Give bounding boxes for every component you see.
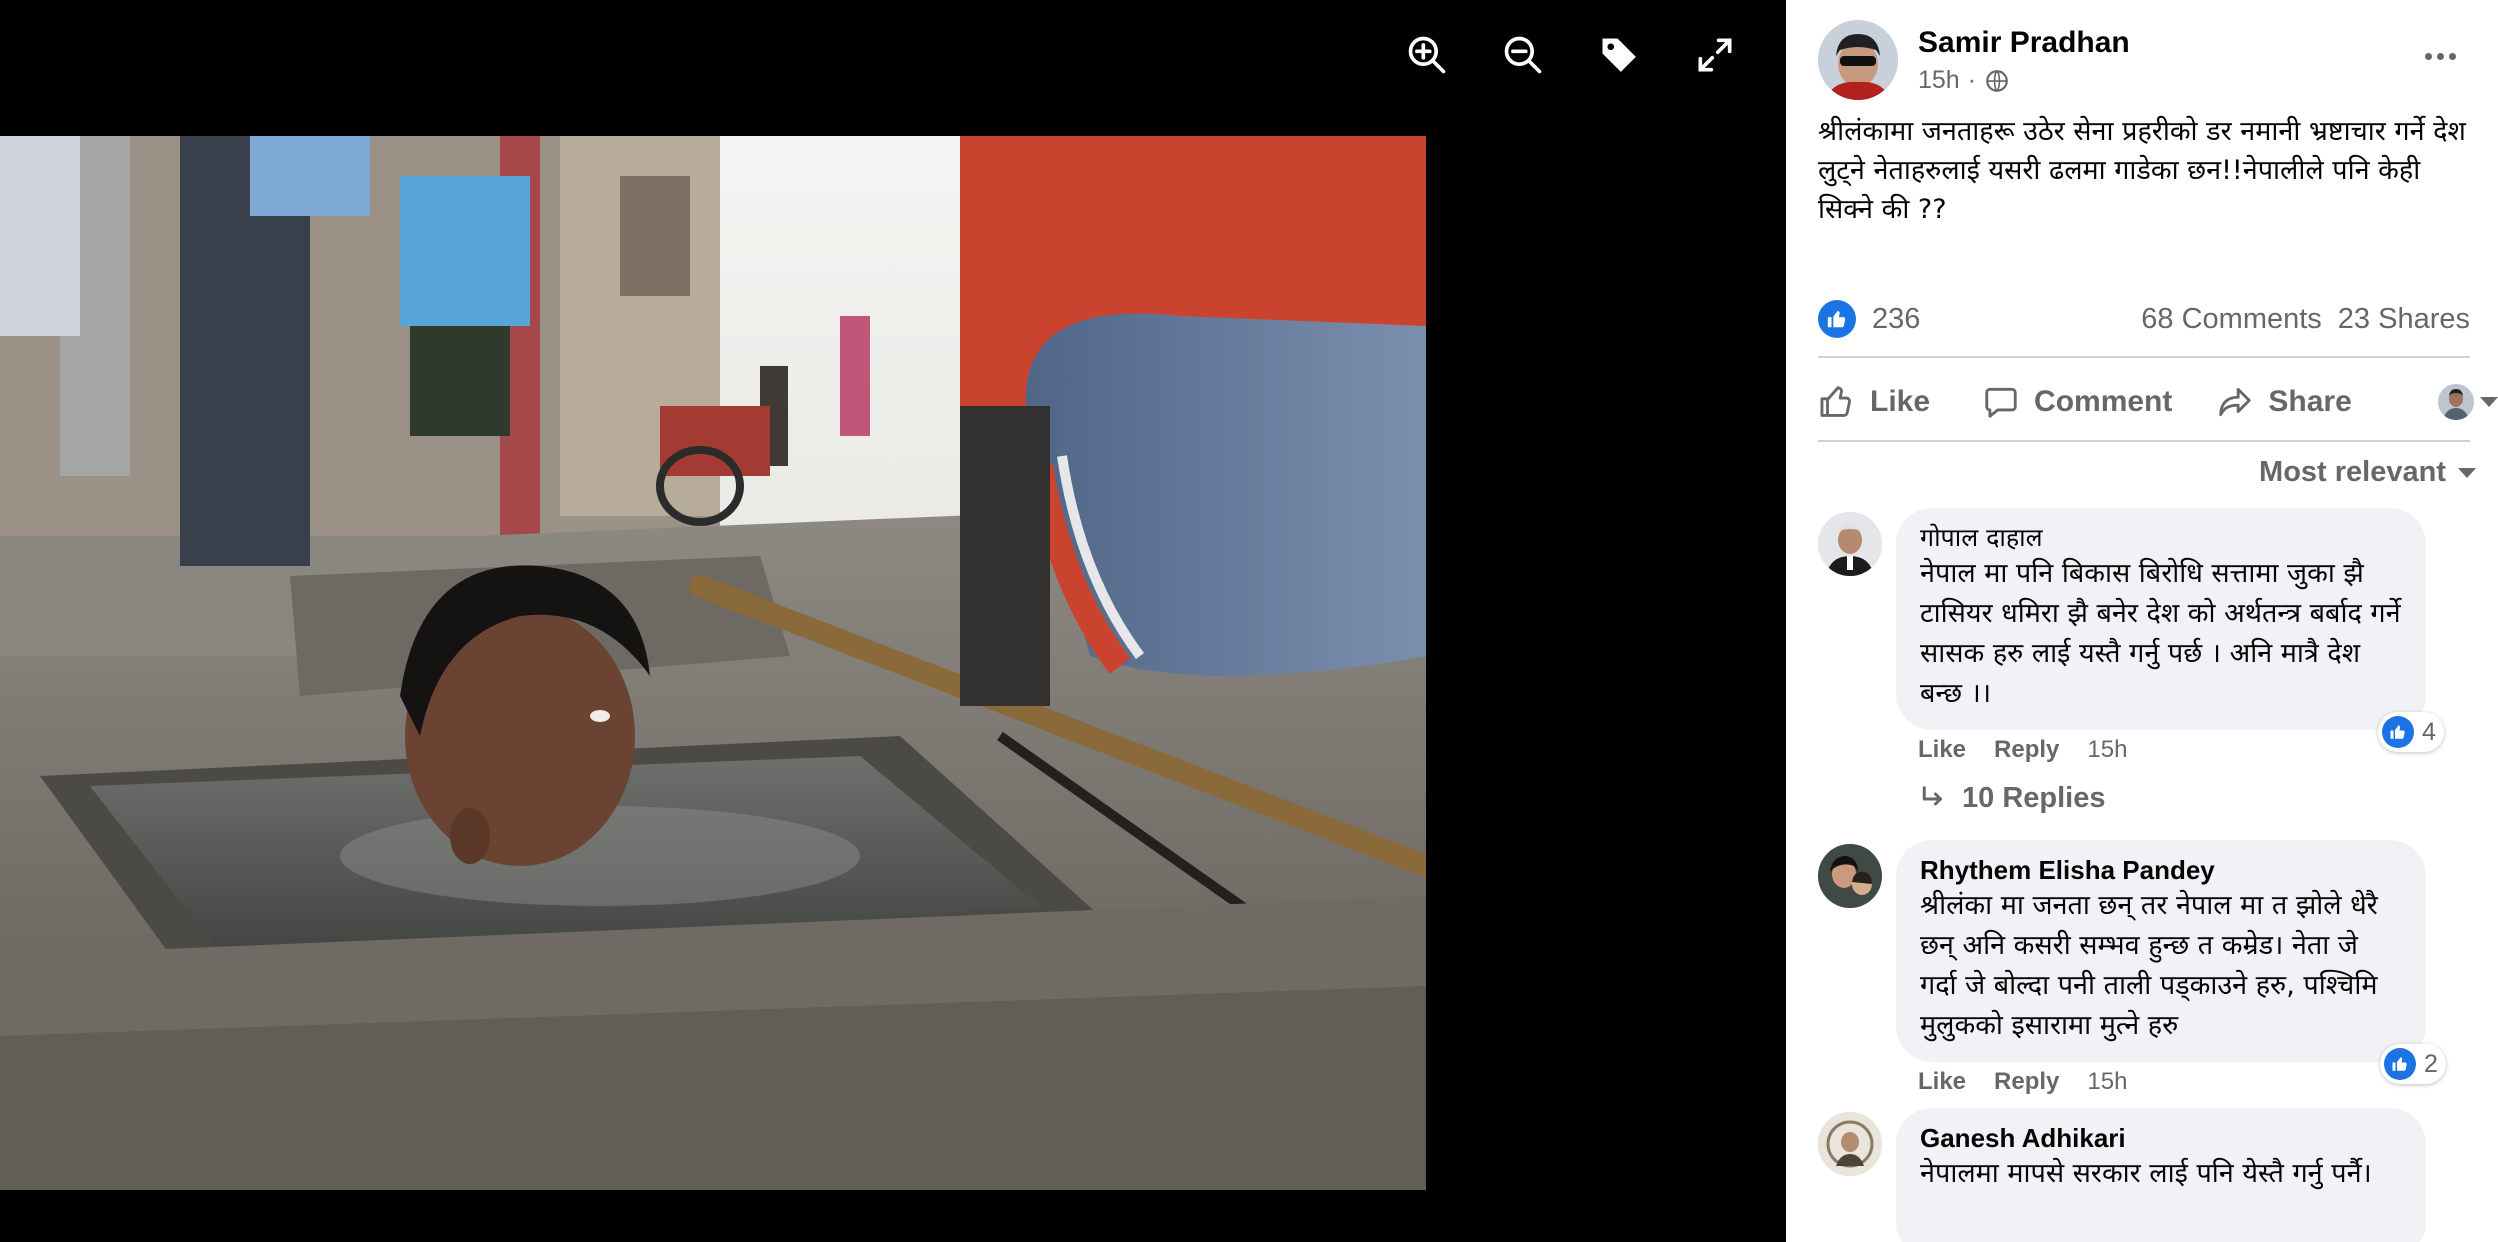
comment-reaction-count[interactable]: 2 <box>2380 1044 2446 1084</box>
author-avatar-image <box>1818 20 1898 100</box>
post-photo[interactable] <box>0 136 1426 1190</box>
photo-viewer <box>0 0 1786 1242</box>
thumbs-up-icon <box>1820 386 1851 417</box>
comment-sort-dropdown[interactable]: Most relevant <box>2259 456 2476 489</box>
comment-text: नेपाल मा पनि बिकास बिरोधि सत्तामा जुका झ… <box>1920 558 2401 709</box>
comment-reply-button[interactable]: Reply <box>1994 736 2059 764</box>
post-panel: Samir Pradhan 15h · श्रीलंकामा जनताहरू उ… <box>1786 0 2498 1242</box>
tag-button[interactable] <box>1590 26 1648 84</box>
comment-reaction-count[interactable]: 4 <box>2378 712 2444 752</box>
divider <box>1818 440 2470 442</box>
like-reaction-icon <box>2384 1048 2416 1080</box>
comment-label: Comment <box>2034 385 2173 418</box>
zoom-out-button[interactable] <box>1494 26 1552 84</box>
post-meta: 15h · <box>1918 66 2010 95</box>
zoom-out-icon <box>1504 36 1542 74</box>
sewer-street-photo <box>0 136 1426 1190</box>
reaction-number: 4 <box>2422 717 2436 746</box>
reaction-number: 2 <box>2424 1049 2438 1078</box>
like-reaction-icon <box>1818 300 1856 338</box>
share-button[interactable]: Share <box>2216 383 2352 421</box>
chevron-down-icon <box>2458 467 2476 478</box>
share-label: Share <box>2268 385 2352 418</box>
comment-time[interactable]: 15h <box>2087 1068 2127 1096</box>
comment-item: Rhythem Elisha Pandey श्रीलंका मा जनता छ… <box>1818 840 2498 1100</box>
share-arrow-icon <box>2219 387 2252 417</box>
commenter-name[interactable]: Rhythem Elisha Pandey <box>1920 854 2402 886</box>
post-time[interactable]: 15h <box>1918 66 1960 95</box>
reply-arrow-icon <box>1922 785 1942 805</box>
tag-icon <box>1602 38 1636 72</box>
comment-bubble: Rhythem Elisha Pandey श्रीलंका मा जनता छ… <box>1896 840 2426 1062</box>
commenter-avatar[interactable] <box>1818 844 1882 908</box>
comment-icon <box>1985 387 2017 418</box>
zoom-in-icon <box>1408 36 1446 74</box>
commenter-avatar[interactable] <box>1818 512 1882 576</box>
like-reaction-icon <box>2382 716 2414 748</box>
author-name[interactable]: Samir Pradhan <box>1918 26 2130 60</box>
comment-text: श्रीलंका मा जनता छन् तर नेपाल मा त झोले … <box>1920 890 2378 1041</box>
comment-like-button[interactable]: Like <box>1918 1068 1966 1096</box>
chevron-down-icon <box>2480 397 2498 407</box>
like-label: Like <box>1870 385 1931 418</box>
comment-like-button[interactable]: Like <box>1918 736 1966 764</box>
more-dot-icon <box>2424 52 2432 60</box>
meta-separator: · <box>1967 66 1977 94</box>
divider <box>1818 356 2470 358</box>
engagement-counts: 68 Comments 23 Shares <box>2141 303 2470 336</box>
fullscreen-icon <box>1698 38 1732 72</box>
comment-actions: Like Reply 15h <box>1918 736 2127 764</box>
comment-bubble: Ganesh Adhikari नेपालमा मापसे सरकार लाई … <box>1896 1108 2426 1242</box>
comment-item: गोपाल दाहाल नेपाल मा पनि बिकास बिरोधि सत… <box>1818 508 2498 814</box>
viewer-toolbar <box>1398 26 1744 84</box>
author-avatar[interactable] <box>1818 20 1898 100</box>
post-actions: Like Comment Share <box>1818 372 2498 432</box>
comment-time[interactable]: 15h <box>2087 736 2127 764</box>
more-dot-icon <box>2448 52 2456 60</box>
commenter-name[interactable]: Ganesh Adhikari <box>1920 1122 2402 1154</box>
react-as-profile-selector[interactable] <box>2438 384 2498 420</box>
post-stats: 236 68 Comments 23 Shares <box>1818 296 2470 342</box>
profile-avatar <box>2438 384 2474 420</box>
comment-reply-button[interactable]: Reply <box>1994 1068 2059 1096</box>
reaction-count[interactable]: 236 <box>1872 303 1920 336</box>
more-dot-icon <box>2436 52 2444 60</box>
comment-button[interactable]: Comment <box>1982 383 2172 421</box>
comment-item: Ganesh Adhikari नेपालमा मापसे सरकार लाई … <box>1818 1108 2498 1242</box>
post-options-button[interactable] <box>2416 36 2464 76</box>
globe-icon <box>1986 69 2008 92</box>
like-button[interactable]: Like <box>1818 383 1930 421</box>
post-header: Samir Pradhan 15h · <box>1818 18 2474 104</box>
comment-bubble: गोपाल दाहाल नेपाल मा पनि बिकास बिरोधि सत… <box>1896 508 2426 730</box>
replies-label: 10 Replies <box>1962 782 2106 814</box>
fullscreen-button[interactable] <box>1686 26 1744 84</box>
view-replies-button[interactable]: 10 Replies <box>1918 782 2105 815</box>
post-text: श्रीलंकामा जनताहरू उठेर सेना प्रहरीको डर… <box>1818 116 2466 225</box>
commenter-avatar[interactable] <box>1818 1112 1882 1176</box>
comment-text: नेपालमा मापसे सरकार लाई पनि येस्तै गर्नु… <box>1920 1158 2372 1189</box>
comment-actions: Like Reply 15h <box>1918 1068 2127 1096</box>
sort-label: Most relevant <box>2259 456 2446 488</box>
comment-count[interactable]: 68 Comments <box>2141 303 2322 336</box>
commenter-name[interactable]: गोपाल दाहाल <box>1920 522 2402 554</box>
share-count[interactable]: 23 Shares <box>2338 303 2470 336</box>
zoom-in-button[interactable] <box>1398 26 1456 84</box>
photo-post-viewer: Samir Pradhan 15h · श्रीलंकामा जनताहरू उ… <box>0 0 2498 1242</box>
